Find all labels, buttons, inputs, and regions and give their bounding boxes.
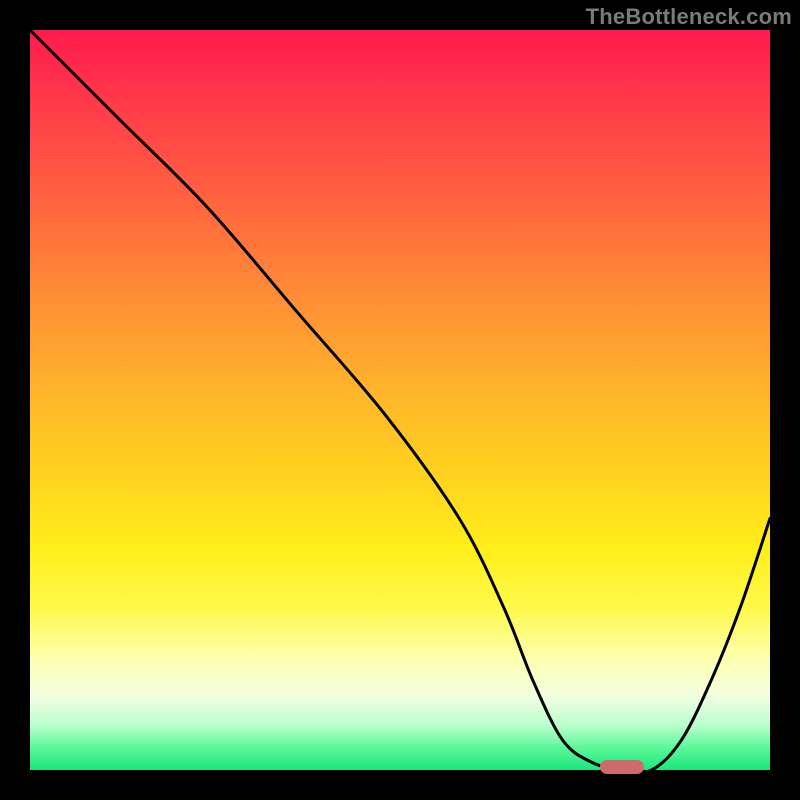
- bottleneck-curve: [30, 30, 770, 770]
- sweet-spot-marker: [600, 760, 644, 774]
- watermark-text: TheBottleneck.com: [586, 4, 792, 30]
- chart-frame: TheBottleneck.com: [0, 0, 800, 800]
